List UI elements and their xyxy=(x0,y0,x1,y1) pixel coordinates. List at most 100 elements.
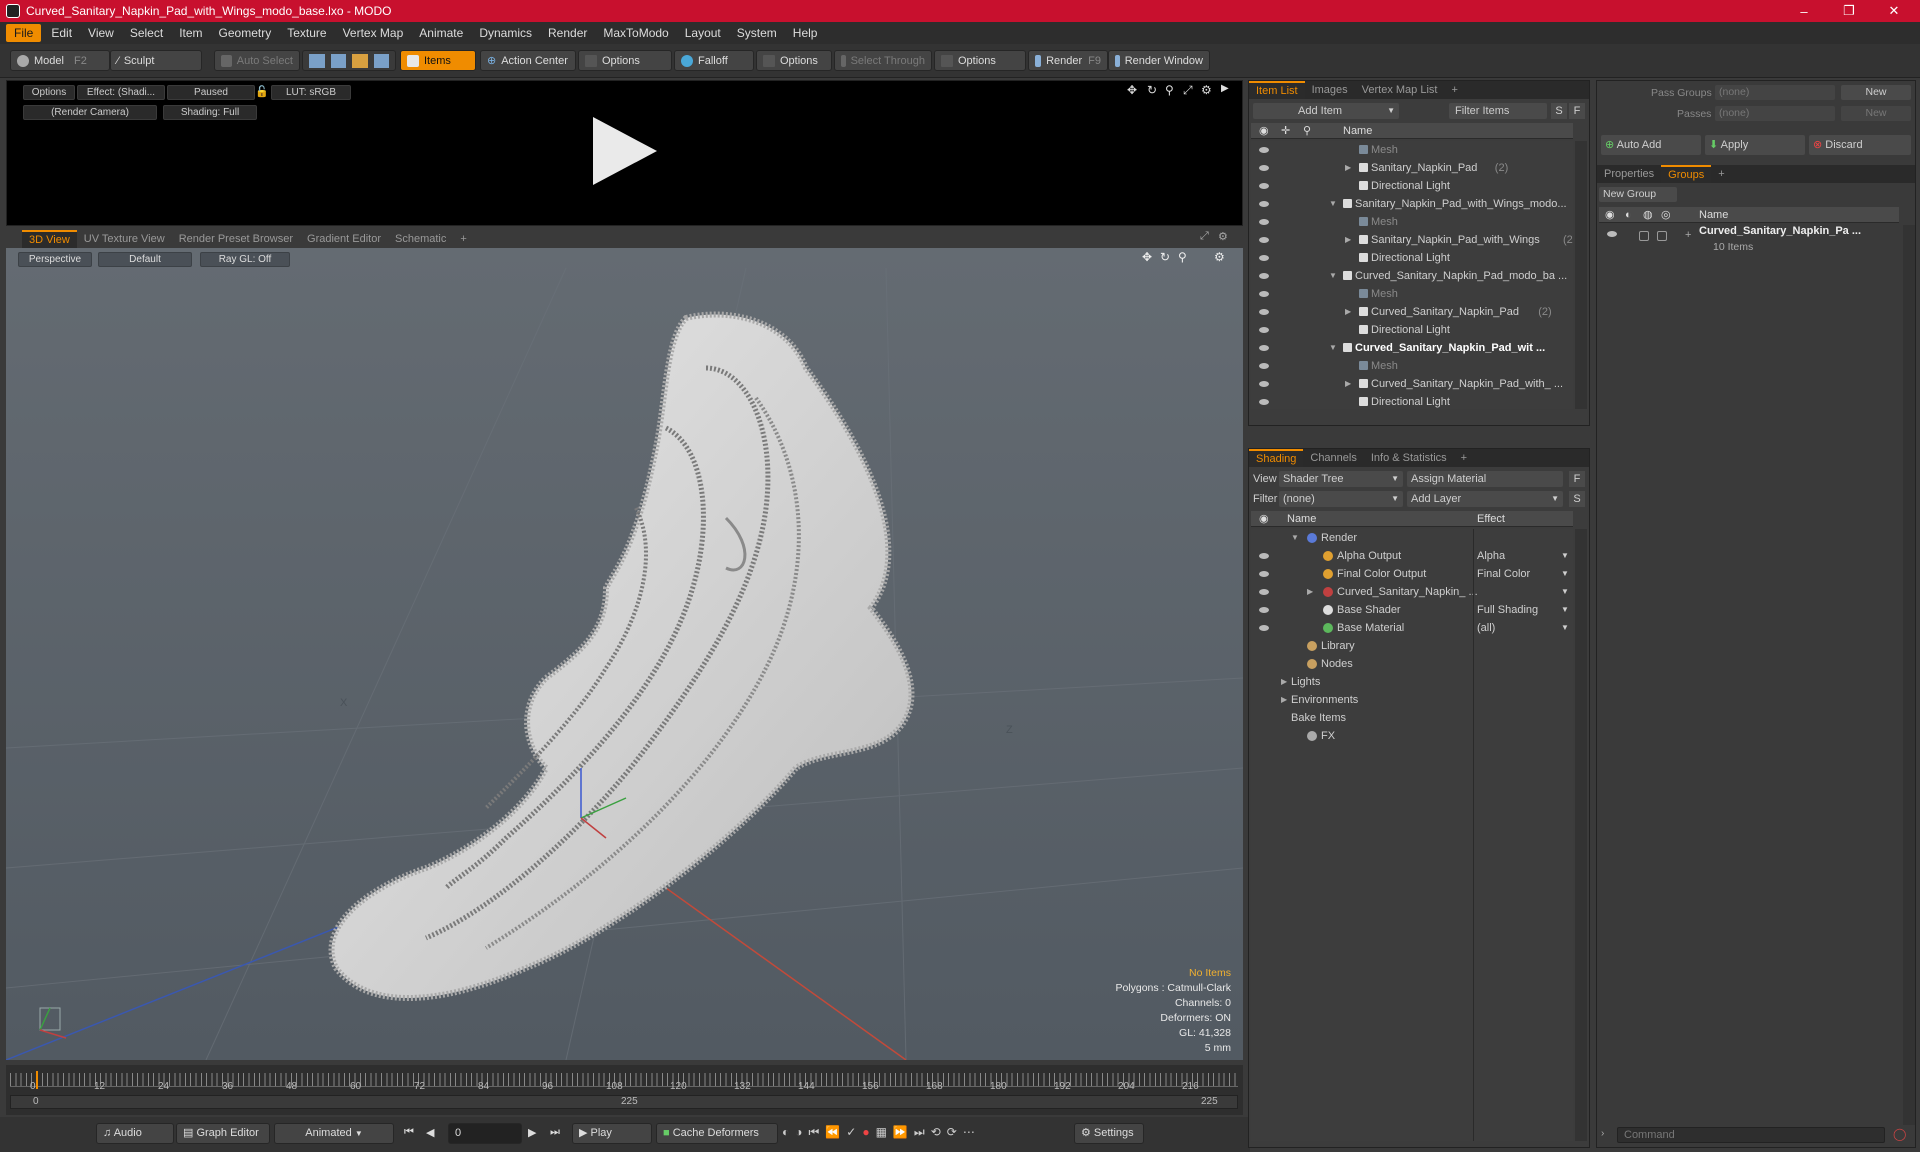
shader-tree-row[interactable]: ▶ Curved_Sanitary_Napkin_ ... ▼ xyxy=(1251,583,1573,601)
menu-help[interactable]: Help xyxy=(785,24,826,42)
tab-properties[interactable]: Properties xyxy=(1597,165,1661,183)
menu-edit[interactable]: Edit xyxy=(43,24,80,42)
new-group-button[interactable]: New Group xyxy=(1599,187,1677,202)
shading-f-button[interactable]: F xyxy=(1569,471,1585,487)
next-key-icon[interactable]: ⏭ xyxy=(914,1125,925,1140)
chevron-down-icon[interactable]: ▼ xyxy=(1561,583,1569,601)
item-list-row[interactable]: Directional Light xyxy=(1251,249,1573,267)
item-list-row[interactable]: ▶ Sanitary_Napkin_Pad_with_Wings (2) xyxy=(1251,231,1573,249)
viewport-options-icon[interactable]: ⚙ xyxy=(1214,250,1225,264)
preview-pan-icon[interactable]: ✥ xyxy=(1127,83,1137,97)
menu-dynamics[interactable]: Dynamics xyxy=(471,24,540,42)
falloff-options-button[interactable]: Options xyxy=(756,50,832,71)
polygons-mode-icon[interactable] xyxy=(352,53,368,68)
audio-button[interactable]: ♫ Audio xyxy=(96,1123,174,1144)
key-tool-icon[interactable]: ◑ xyxy=(795,1125,802,1140)
expand-right-icon[interactable]: ▶ xyxy=(1345,159,1351,177)
eye-icon[interactable] xyxy=(1259,345,1269,351)
command-expand-icon[interactable]: › xyxy=(1601,1128,1604,1139)
menu-render[interactable]: Render xyxy=(540,24,595,42)
items-mode-button[interactable]: Items xyxy=(400,50,476,71)
viewport-zoom-icon[interactable]: ⚲ xyxy=(1178,250,1187,264)
lock-icon[interactable]: 🔓 xyxy=(255,85,269,98)
expand-down-icon[interactable]: ▼ xyxy=(1329,267,1337,285)
filter-dropdown[interactable]: (none) ▼ xyxy=(1279,491,1403,507)
eye-icon[interactable] xyxy=(1259,165,1269,171)
preview-lut-dropdown[interactable]: LUT: sRGB xyxy=(271,85,351,100)
item-list-scrollbar[interactable] xyxy=(1575,141,1587,409)
tab-item-list[interactable]: Item List xyxy=(1249,81,1305,99)
add-tab-button[interactable]: + xyxy=(1711,165,1731,183)
graph-editor-button[interactable]: ▤ Graph Editor xyxy=(176,1123,270,1144)
shader-tree-row[interactable]: Alpha Output Alpha ▼ xyxy=(1251,547,1573,565)
assign-material-button[interactable]: Assign Material xyxy=(1407,471,1563,487)
edges-mode-icon[interactable] xyxy=(330,53,346,68)
timeline-range-bar[interactable]: 0 225 225 xyxy=(10,1095,1238,1109)
sculpt-mode-button[interactable]: ⁄ Sculpt xyxy=(110,50,202,71)
expand-right-icon[interactable]: ▶ xyxy=(1345,375,1351,393)
tab-channels[interactable]: Channels xyxy=(1303,449,1363,467)
eye-icon[interactable] xyxy=(1259,363,1269,369)
cache-deformers-button[interactable]: ■ Cache Deformers xyxy=(656,1123,778,1144)
command-stop-icon[interactable]: ◯ xyxy=(1893,1127,1906,1141)
item-list-row[interactable]: Mesh xyxy=(1251,141,1573,159)
loop-icon[interactable]: ⟲ xyxy=(931,1125,941,1140)
minimize-button[interactable]: – xyxy=(1783,0,1825,22)
item-list-row[interactable]: ▼ Curved_Sanitary_Napkin_Pad_wit ... xyxy=(1251,339,1573,357)
shader-tree-row[interactable]: ▶ Environments xyxy=(1251,691,1573,709)
item-list-row[interactable]: ▼ Sanitary_Napkin_Pad_with_Wings_modo... xyxy=(1251,195,1573,213)
auto-add-button[interactable]: ⊕ Auto Add xyxy=(1601,135,1701,155)
lock-toggle-icon[interactable] xyxy=(1639,231,1649,241)
prev-key-icon[interactable]: ⏮ xyxy=(809,1125,820,1140)
preview-expand-icon[interactable]: ▶ xyxy=(1221,83,1229,94)
render-button[interactable]: Render F9 xyxy=(1028,50,1108,71)
tab-uv-texture-view[interactable]: UV Texture View xyxy=(77,230,172,248)
add-tab-button[interactable]: + xyxy=(1444,81,1464,99)
shader-tree-row[interactable]: FX xyxy=(1251,727,1573,745)
shader-tree-row[interactable]: Bake Items xyxy=(1251,709,1573,727)
tab-schematic[interactable]: Schematic xyxy=(388,230,453,248)
preview-zoom-icon[interactable]: ⚲ xyxy=(1165,83,1174,97)
shader-tree-row[interactable]: Library xyxy=(1251,637,1573,655)
default-style-dropdown[interactable]: Default xyxy=(98,252,192,267)
filter-items-input[interactable]: Filter Items xyxy=(1449,103,1547,119)
menu-item[interactable]: Item xyxy=(171,24,210,42)
menu-maxtomodo[interactable]: MaxToModo xyxy=(595,24,676,42)
eye-icon[interactable] xyxy=(1259,553,1269,559)
loop-icon[interactable]: ⟳ xyxy=(947,1125,957,1140)
viewport-settings-icon[interactable]: ⚙ xyxy=(1218,230,1228,243)
goto-end-icon[interactable]: ⏭ xyxy=(550,1126,560,1139)
item-list-row[interactable]: Mesh xyxy=(1251,285,1573,303)
settings-button[interactable]: ⚙ Settings xyxy=(1074,1123,1144,1144)
preview-rotate-icon[interactable]: ↻ xyxy=(1147,83,1157,97)
key-icon[interactable]: ✓ xyxy=(846,1125,856,1140)
new-pass-button[interactable]: New xyxy=(1841,106,1911,121)
preview-shading-dropdown[interactable]: Shading: Full xyxy=(163,105,257,120)
eye-icon[interactable] xyxy=(1259,147,1269,153)
item-list-row[interactable]: Directional Light xyxy=(1251,177,1573,195)
item-list-row[interactable]: Mesh xyxy=(1251,357,1573,375)
eye-icon[interactable] xyxy=(1259,327,1269,333)
eye-icon[interactable] xyxy=(1259,589,1269,595)
expand-right-icon[interactable]: ▶ xyxy=(1345,303,1351,321)
shader-effect-value[interactable]: Full Shading xyxy=(1477,601,1538,619)
tab-vertex-map-list[interactable]: Vertex Map List xyxy=(1355,81,1445,99)
preview-settings-icon[interactable]: ⚙ xyxy=(1201,83,1212,97)
group-row[interactable]: + Curved_Sanitary_Napkin_Pa ... 10 Items xyxy=(1599,225,1899,257)
filter-f-button[interactable]: F xyxy=(1569,103,1585,119)
key-icon[interactable]: ▦ xyxy=(876,1125,887,1140)
shader-tree-row[interactable]: Final Color Output Final Color ▼ xyxy=(1251,565,1573,583)
menu-geometry[interactable]: Geometry xyxy=(211,24,280,42)
eye-icon[interactable] xyxy=(1259,291,1269,297)
render-window-button[interactable]: Render Window xyxy=(1108,50,1210,71)
chevron-down-icon[interactable]: ▼ xyxy=(1561,565,1569,583)
menu-select[interactable]: Select xyxy=(122,24,171,42)
eye-icon[interactable] xyxy=(1259,255,1269,261)
eye-icon[interactable] xyxy=(1259,571,1269,577)
raygl-dropdown[interactable]: Ray GL: Off xyxy=(200,252,290,267)
shading-s-button[interactable]: S xyxy=(1569,491,1585,507)
vertices-mode-icon[interactable] xyxy=(309,53,325,68)
frame-input[interactable]: 0 xyxy=(448,1123,522,1144)
eye-icon[interactable] xyxy=(1259,399,1269,405)
eye-icon[interactable] xyxy=(1259,237,1269,243)
